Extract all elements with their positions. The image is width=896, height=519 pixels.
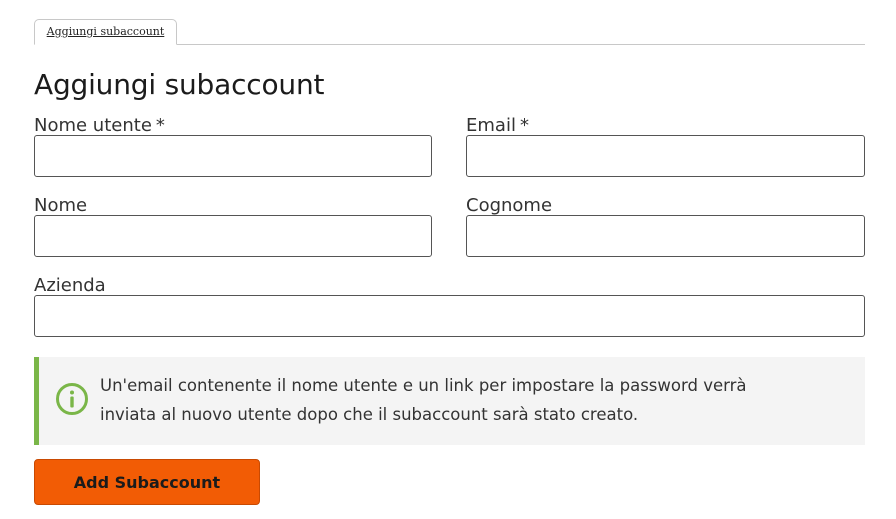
email-required-mark: *: [519, 115, 529, 136]
last-name-input[interactable]: [466, 215, 865, 257]
info-text: Un'email contenente il nome utente e un …: [100, 371, 840, 429]
info-notice: Un'email contenente il nome utente e un …: [34, 357, 865, 445]
email-label-text: Email: [466, 115, 516, 136]
username-required-mark: *: [155, 115, 165, 136]
first-name-label: Nome: [34, 195, 88, 216]
tab-bar: Aggiungi subaccount: [34, 19, 865, 45]
username-label: Nome utente *: [34, 115, 165, 137]
email-input[interactable]: [466, 135, 865, 177]
email-label: Email *: [466, 115, 529, 137]
info-circle-icon: [56, 383, 88, 415]
username-label-text: Nome utente: [34, 115, 152, 136]
first-name-input[interactable]: [34, 215, 432, 257]
company-input[interactable]: [34, 295, 865, 337]
info-text-line-1: Un'email contenente il nome utente e un …: [100, 376, 747, 395]
last-name-label: Cognome: [466, 195, 553, 216]
tab-add-subaccount[interactable]: Aggiungi subaccount: [34, 19, 177, 45]
page: Aggiungi subaccount Aggiungi subaccount …: [0, 0, 896, 519]
username-input[interactable]: [34, 135, 432, 177]
company-label: Azienda: [34, 275, 106, 296]
add-subaccount-button[interactable]: Add Subaccount: [34, 459, 260, 505]
page-title: Aggiungi subaccount: [34, 68, 325, 101]
info-text-line-2: inviata al nuovo utente dopo che il suba…: [100, 405, 639, 424]
